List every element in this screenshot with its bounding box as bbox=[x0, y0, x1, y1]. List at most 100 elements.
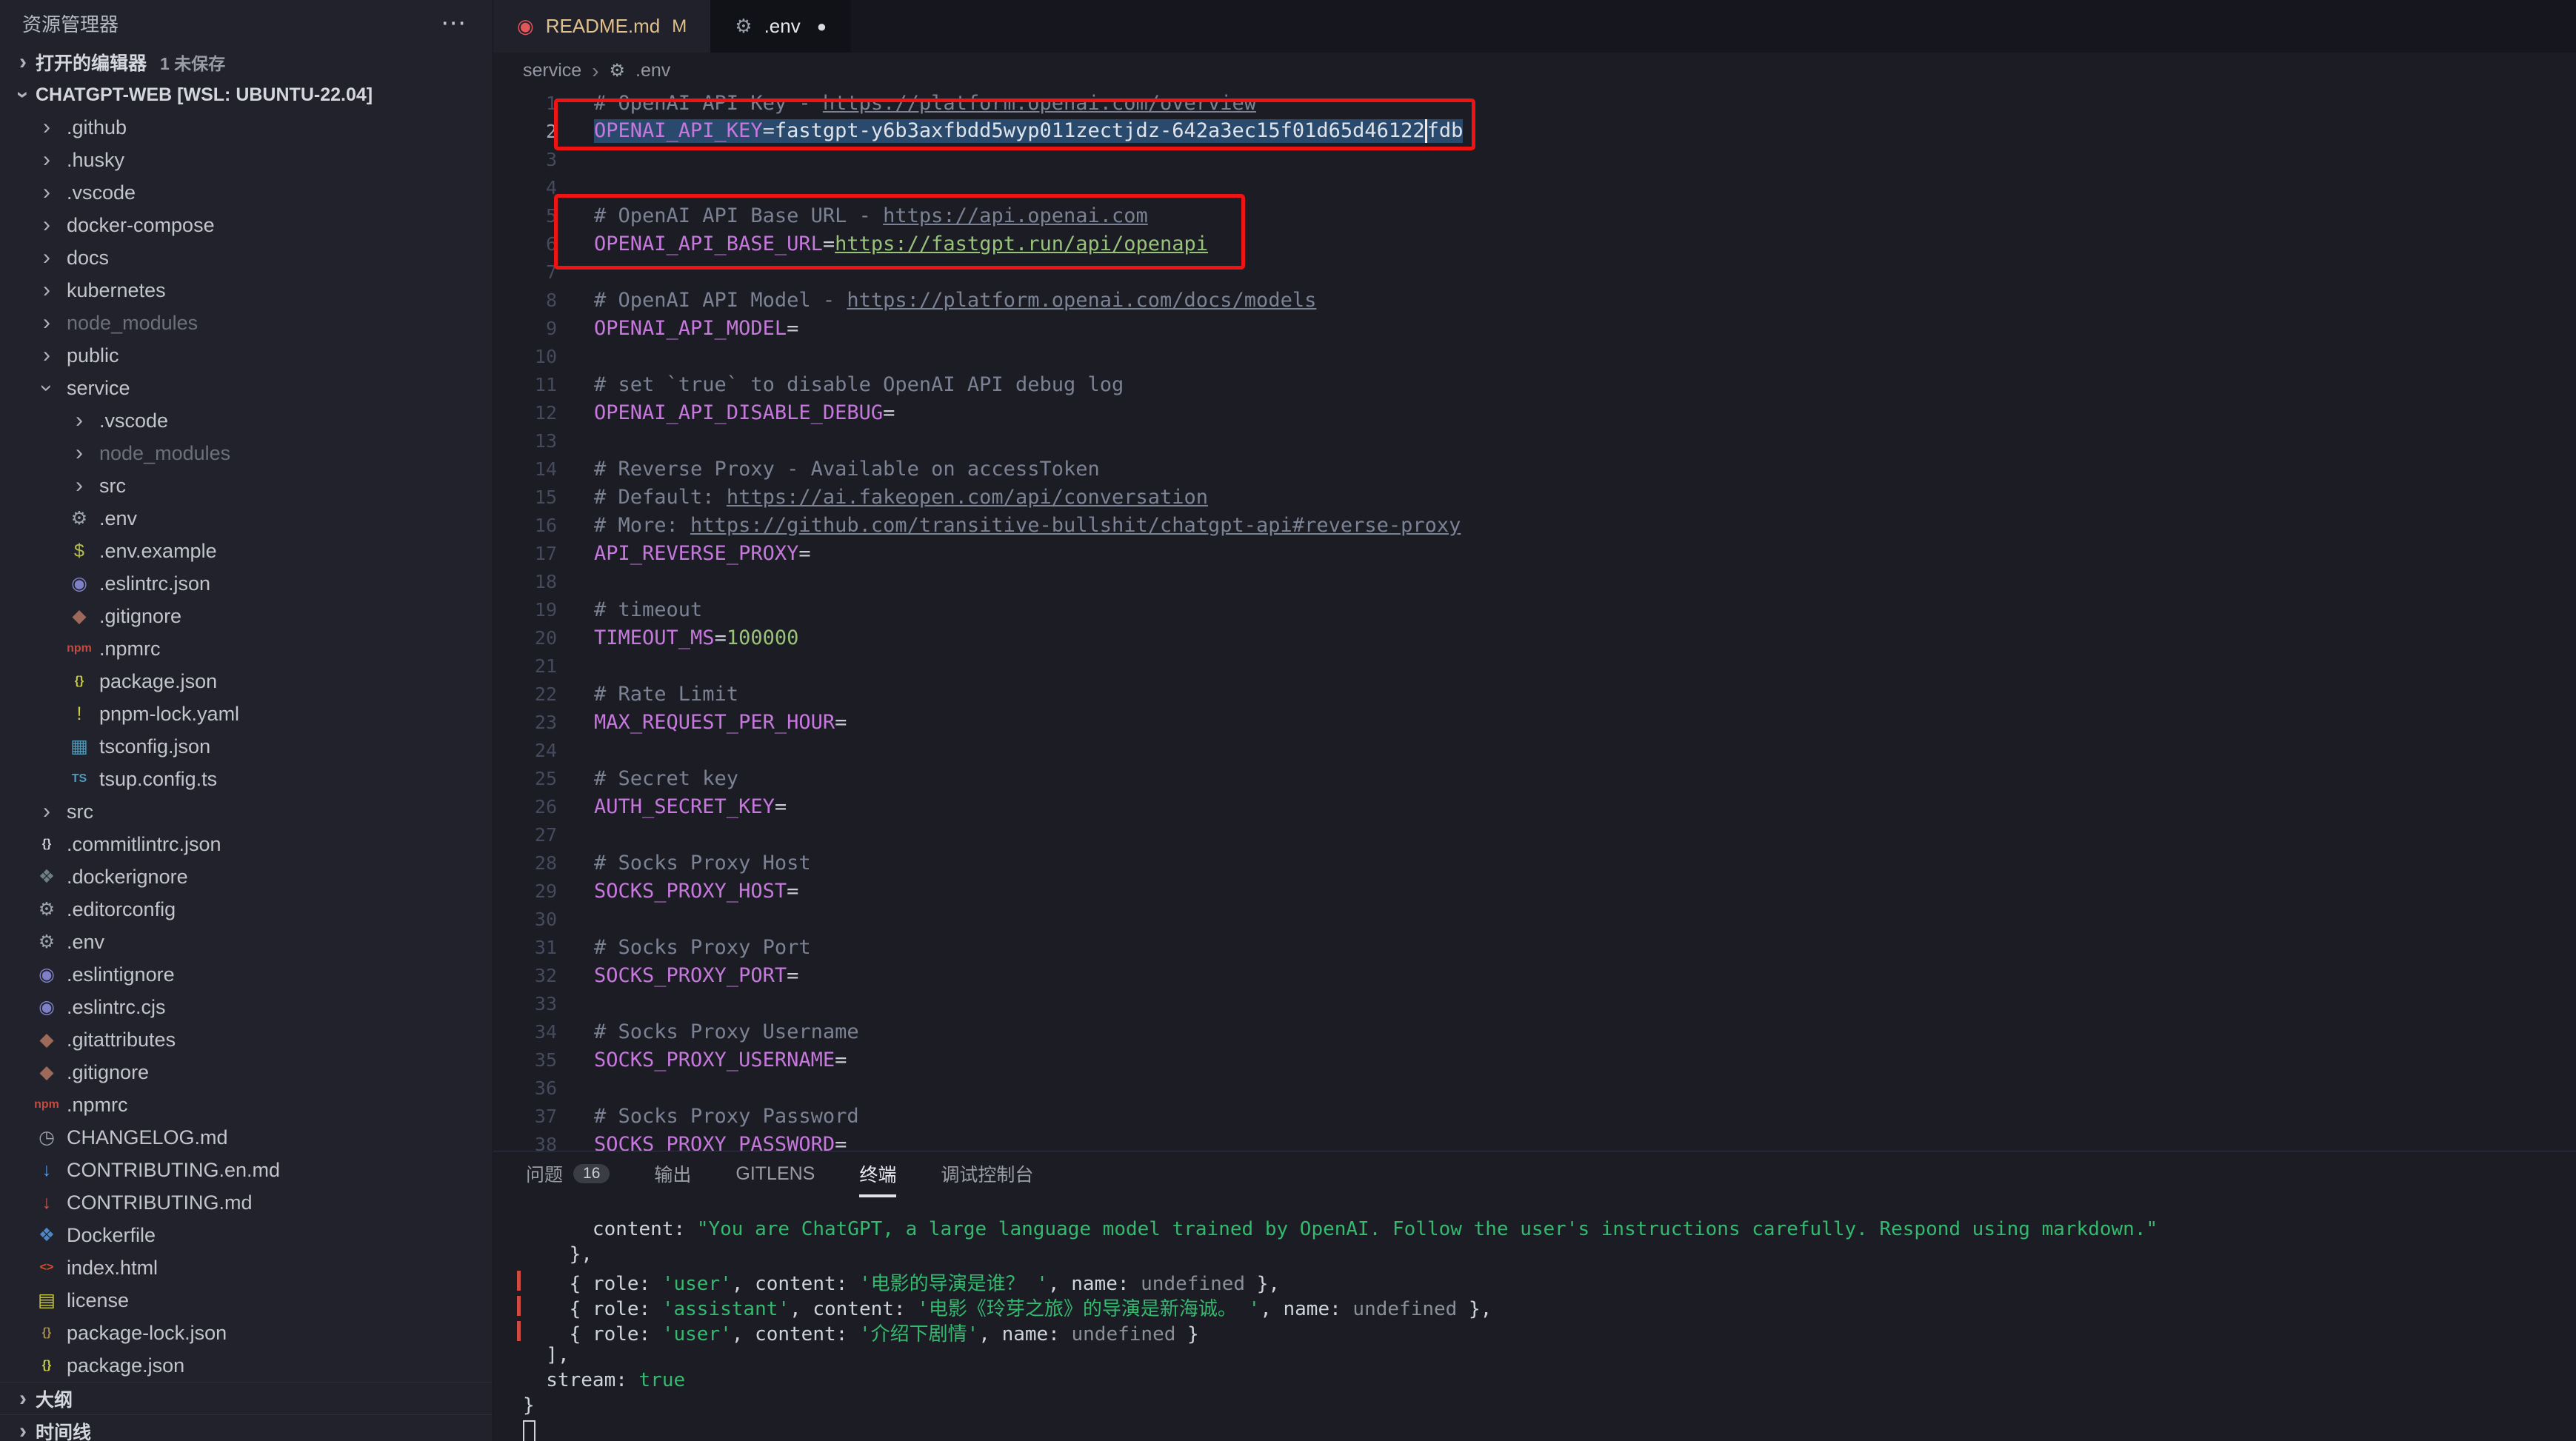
editor-line-3[interactable]: 3 bbox=[493, 145, 2576, 173]
tree-file-CONTRIBUTING.en.md[interactable]: ↓CONTRIBUTING.en.md bbox=[0, 1154, 493, 1186]
open-editors-section[interactable]: › 打开的编辑器 1 未保存 bbox=[0, 46, 493, 78]
editor-line-6[interactable]: 6OPENAI_API_BASE_URL=https://fastgpt.run… bbox=[493, 230, 2576, 258]
tree-folder-src[interactable]: ›src bbox=[0, 469, 493, 502]
tree-folder-.vscode[interactable]: ›.vscode bbox=[0, 404, 493, 437]
editor-line-12[interactable]: 12OPENAI_API_DISABLE_DEBUG= bbox=[493, 398, 2576, 427]
editor-line-28[interactable]: 28# Socks Proxy Host bbox=[493, 849, 2576, 877]
tree-folder-src[interactable]: ›src bbox=[0, 795, 493, 828]
tree-folder-.husky[interactable]: ›.husky bbox=[0, 144, 493, 176]
tree-folder-node_modules[interactable]: ›node_modules bbox=[0, 307, 493, 339]
tree-file-.gitattributes[interactable]: ◆.gitattributes bbox=[0, 1023, 493, 1056]
tree-file-.env[interactable]: ⚙.env bbox=[0, 502, 493, 535]
tree-folder-public[interactable]: ›public bbox=[0, 339, 493, 372]
tree-file-package.json[interactable]: {}package.json bbox=[0, 665, 493, 698]
tree-file-package-lock.json[interactable]: {}package-lock.json bbox=[0, 1317, 493, 1349]
tree-file-.editorconfig[interactable]: ⚙.editorconfig bbox=[0, 893, 493, 926]
tree-file-.npmrc[interactable]: npm.npmrc bbox=[0, 632, 493, 665]
code-editor[interactable]: 1# OpenAI API Key - https://platform.ope… bbox=[493, 89, 2576, 1151]
tree-file-.npmrc[interactable]: npm.npmrc bbox=[0, 1089, 493, 1121]
breadcrumb-file[interactable]: .env bbox=[635, 60, 670, 81]
editor-line-35[interactable]: 35SOCKS_PROXY_USERNAME= bbox=[493, 1046, 2576, 1074]
editor-line-18[interactable]: 18 bbox=[493, 567, 2576, 595]
timeline-section[interactable]: › 时间线 bbox=[0, 1414, 493, 1441]
editor-line-31[interactable]: 31# Socks Proxy Port bbox=[493, 933, 2576, 961]
tree-file-.eslintignore[interactable]: ◉.eslintignore bbox=[0, 958, 493, 991]
panel-tab-调试控制台[interactable]: 调试控制台 bbox=[941, 1151, 1033, 1197]
editor-line-32[interactable]: 32SOCKS_PROXY_PORT= bbox=[493, 961, 2576, 989]
editor-line-20[interactable]: 20TIMEOUT_MS=100000 bbox=[493, 623, 2576, 652]
tree-file-CHANGELOG.md[interactable]: ◷CHANGELOG.md bbox=[0, 1121, 493, 1154]
editor-line-10[interactable]: 10 bbox=[493, 342, 2576, 370]
tree-file-Dockerfile[interactable]: ❖Dockerfile bbox=[0, 1219, 493, 1251]
tree-file-package.json[interactable]: {}package.json bbox=[0, 1349, 493, 1382]
editor-line-5[interactable]: 5# OpenAI API Base URL - https://api.ope… bbox=[493, 201, 2576, 230]
tree-file-index.html[interactable]: <>index.html bbox=[0, 1251, 493, 1284]
editor-line-33[interactable]: 33 bbox=[493, 989, 2576, 1017]
editor-line-29[interactable]: 29SOCKS_PROXY_HOST= bbox=[493, 877, 2576, 905]
panel-tab-输出[interactable]: 输出 bbox=[654, 1151, 691, 1197]
editor-line-21[interactable]: 21 bbox=[493, 652, 2576, 680]
tree-file-.env[interactable]: ⚙.env bbox=[0, 926, 493, 958]
editor-line-36[interactable]: 36 bbox=[493, 1074, 2576, 1102]
editor-line-24[interactable]: 24 bbox=[493, 736, 2576, 764]
more-actions-icon[interactable]: ⋯ bbox=[441, 8, 466, 38]
tree-file-pnpm-lock.yaml[interactable]: !pnpm-lock.yaml bbox=[0, 698, 493, 730]
tree-folder-docker-compose[interactable]: ›docker-compose bbox=[0, 209, 493, 241]
panel-tab-终端[interactable]: 终端 bbox=[859, 1151, 896, 1197]
line-code: # OpenAI API Base URL - https://api.open… bbox=[594, 204, 1148, 227]
tree-folder-.github[interactable]: ›.github bbox=[0, 111, 493, 144]
terminal-output[interactable]: content: "You are ChatGPT, a large langu… bbox=[493, 1197, 2576, 1441]
tab-README.md[interactable]: ◉README.mdM bbox=[493, 0, 711, 53]
editor-line-14[interactable]: 14# Reverse Proxy - Available on accessT… bbox=[493, 455, 2576, 483]
tree-file-tsconfig.json[interactable]: ▦tsconfig.json bbox=[0, 730, 493, 763]
tree-file-.commitlintrc.json[interactable]: {}.commitlintrc.json bbox=[0, 828, 493, 860]
editor-line-11[interactable]: 11# set `true` to disable OpenAI API deb… bbox=[493, 370, 2576, 398]
tree-file-license[interactable]: ▤license bbox=[0, 1284, 493, 1317]
editor-line-9[interactable]: 9OPENAI_API_MODEL= bbox=[493, 314, 2576, 342]
tree-folder-docs[interactable]: ›docs bbox=[0, 241, 493, 274]
tree-file-.eslintrc.cjs[interactable]: ◉.eslintrc.cjs bbox=[0, 991, 493, 1023]
tab-.env[interactable]: ⚙.env● bbox=[711, 0, 851, 53]
editor-line-38[interactable]: 38SOCKS_PROXY_PASSWORD= bbox=[493, 1130, 2576, 1151]
editor-line-16[interactable]: 16# More: https://github.com/transitive-… bbox=[493, 511, 2576, 539]
outline-section[interactable]: › 大纲 bbox=[0, 1382, 493, 1414]
breadcrumb-folder[interactable]: service bbox=[523, 60, 581, 81]
editor-line-30[interactable]: 30 bbox=[493, 905, 2576, 933]
editor-line-15[interactable]: 15# Default: https://ai.fakeopen.com/api… bbox=[493, 483, 2576, 511]
line-code: # Socks Proxy Port bbox=[594, 936, 811, 959]
editor-line-13[interactable]: 13 bbox=[493, 427, 2576, 455]
editor-line-26[interactable]: 26AUTH_SECRET_KEY= bbox=[493, 792, 2576, 820]
line-number: 32 bbox=[493, 965, 557, 986]
breadcrumb[interactable]: service › ⚙ .env bbox=[493, 53, 2576, 89]
tree-file-.env.example[interactable]: $.env.example bbox=[0, 535, 493, 567]
tree-folder-service[interactable]: ›service bbox=[0, 372, 493, 404]
editor-line-34[interactable]: 34# Socks Proxy Username bbox=[493, 1017, 2576, 1046]
tree-folder-kubernetes[interactable]: ›kubernetes bbox=[0, 274, 493, 307]
tree-file-.gitignore[interactable]: ◆.gitignore bbox=[0, 1056, 493, 1089]
json-braces-icon: {} bbox=[30, 837, 64, 851]
editor-line-19[interactable]: 19# timeout bbox=[493, 595, 2576, 623]
editor-line-1[interactable]: 1# OpenAI API Key - https://platform.ope… bbox=[493, 89, 2576, 117]
editorconfig-icon: ⚙ bbox=[30, 898, 64, 920]
editor-line-37[interactable]: 37# Socks Proxy Password bbox=[493, 1102, 2576, 1130]
workspace-root-section[interactable]: › CHATGPT-WEB [WSL: UBUNTU-22.04] bbox=[0, 78, 493, 111]
editor-line-2[interactable]: 2OPENAI_API_KEY=fastgpt-y6b3axfbdd5wyp01… bbox=[493, 117, 2576, 145]
tree-file-tsup.config.ts[interactable]: TStsup.config.ts bbox=[0, 763, 493, 795]
sidebar-header: 资源管理器 ⋯ bbox=[0, 0, 493, 46]
panel-tab-GITLENS[interactable]: GITLENS bbox=[735, 1151, 815, 1197]
tree-folder-.vscode[interactable]: ›.vscode bbox=[0, 176, 493, 209]
tree-file-CONTRIBUTING.md[interactable]: ↓CONTRIBUTING.md bbox=[0, 1186, 493, 1219]
editor-line-17[interactable]: 17API_REVERSE_PROXY= bbox=[493, 539, 2576, 567]
editor-line-27[interactable]: 27 bbox=[493, 820, 2576, 849]
editor-line-25[interactable]: 25# Secret key bbox=[493, 764, 2576, 792]
tree-file-.gitignore[interactable]: ◆.gitignore bbox=[0, 600, 493, 632]
panel-tab-问题[interactable]: 问题16 bbox=[526, 1151, 610, 1197]
tree-file-.eslintrc.json[interactable]: ◉.eslintrc.json bbox=[0, 567, 493, 600]
tree-file-.dockerignore[interactable]: ❖.dockerignore bbox=[0, 860, 493, 893]
tree-folder-node_modules[interactable]: ›node_modules bbox=[0, 437, 493, 469]
editor-line-4[interactable]: 4 bbox=[493, 173, 2576, 201]
editor-line-7[interactable]: 7 bbox=[493, 258, 2576, 286]
editor-line-22[interactable]: 22# Rate Limit bbox=[493, 680, 2576, 708]
editor-line-23[interactable]: 23MAX_REQUEST_PER_HOUR= bbox=[493, 708, 2576, 736]
editor-line-8[interactable]: 8# OpenAI API Model - https://platform.o… bbox=[493, 286, 2576, 314]
